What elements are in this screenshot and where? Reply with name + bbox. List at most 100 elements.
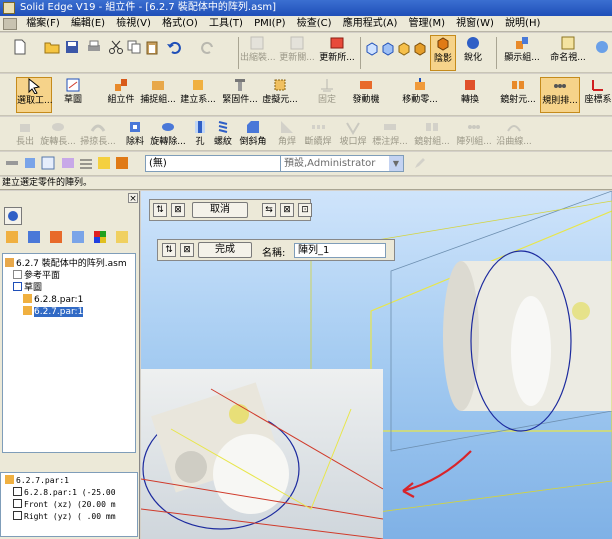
tree-node-part-627[interactable]: 6.2.7.par:1 (23, 306, 84, 317)
view-visible-button[interactable] (396, 41, 412, 59)
menu-format[interactable]: 格式(O) (158, 16, 202, 31)
command-bar-icon[interactable]: ⇅ (153, 203, 167, 217)
menu-edit[interactable]: 編輯(E) (67, 16, 109, 31)
assembly-button[interactable]: 組立件 (106, 77, 136, 106)
ribbon-icon-f[interactable] (96, 155, 112, 173)
undo-button[interactable] (164, 39, 184, 57)
tree-node-root[interactable]: 6.2.7 裝配体中的阵列.asm (5, 258, 127, 269)
pattern-assembly-button[interactable]: 陣列組... (456, 119, 492, 148)
document-menu-icon[interactable] (3, 18, 17, 30)
mirror-component-button[interactable]: 鏡射元... (500, 77, 536, 106)
capture-fit-button[interactable]: 捕捉組... (140, 77, 176, 106)
tree-node-ref-planes[interactable]: 參考平面 (13, 270, 60, 281)
chamfer-button[interactable]: 倒斜角 (238, 119, 268, 148)
move-parts-button[interactable]: 移動零... (400, 77, 440, 106)
create-system-button[interactable]: 建立系... (180, 77, 216, 106)
menu-help[interactable]: 說明(H) (501, 16, 544, 31)
cutout-button[interactable]: 除料 (122, 119, 148, 148)
ribbon-icon-g[interactable] (114, 155, 130, 173)
ribbon-icon-b[interactable] (22, 155, 38, 173)
redo-button[interactable] (198, 39, 218, 57)
cancel-button[interactable]: 取消 (192, 202, 248, 218)
tree-node-part-628[interactable]: 6.2.8.par:1 (23, 294, 83, 305)
shaft-part[interactable] (370, 191, 612, 452)
open-button[interactable] (42, 39, 62, 57)
toolbar-more-icon[interactable] (594, 39, 610, 57)
user-select[interactable]: 預設,Administrator ▼ (280, 155, 404, 172)
intermittent-weld-button[interactable]: 斷續焊 (302, 119, 334, 148)
layers-tab-icon[interactable] (26, 229, 42, 245)
relationship-row[interactable]: 6.2.8.par:1 (-25.00 (13, 487, 116, 498)
parts-tab-icon[interactable] (48, 229, 64, 245)
menu-view[interactable]: 檢視(V) (112, 16, 155, 31)
copy-button[interactable] (124, 39, 144, 57)
new-button[interactable] (10, 39, 30, 57)
update-all-button[interactable]: 更新所... (318, 35, 356, 64)
virtual-component-button[interactable]: 虛擬元... (262, 77, 298, 106)
show-components-button[interactable]: 顯示組... (502, 35, 542, 64)
step-icon-a[interactable]: ⇆ (262, 203, 276, 217)
print-button[interactable] (84, 39, 104, 57)
display-config-button[interactable]: 出縮裝... (240, 35, 276, 64)
ribbon-icon-a[interactable] (4, 155, 20, 173)
name-input[interactable]: 陣列_1 (294, 243, 386, 258)
cut-button[interactable] (106, 39, 126, 57)
fastener-button[interactable]: 緊固件... (222, 77, 258, 106)
paste-button[interactable] (142, 39, 162, 57)
view-wireframe-button[interactable] (364, 41, 380, 59)
named-views-button[interactable]: 命名視... (548, 35, 588, 64)
menu-pmi[interactable]: PMI(P) (250, 16, 289, 31)
feature-library-tab-icon[interactable] (70, 229, 86, 245)
shading-button[interactable]: 陰影 (430, 35, 456, 71)
ribbon-icon-e[interactable] (78, 155, 94, 173)
colors-tab-icon[interactable] (92, 229, 108, 245)
rule-pattern-button[interactable]: 規則排... (540, 77, 580, 113)
sharpen-button[interactable]: 銳化 (460, 35, 486, 64)
menu-manage[interactable]: 管理(M) (405, 16, 449, 31)
groove-weld-button[interactable]: 坡口焊 (338, 119, 368, 148)
command-bar-icon[interactable]: ⇅ (162, 243, 176, 257)
revolved-cutout-button[interactable]: 旋轉除... (150, 119, 186, 148)
relationship-row[interactable]: Right (yz) ( .00 mm (13, 511, 116, 522)
close-icon[interactable]: × (128, 193, 138, 204)
menu-file[interactable]: 檔案(F) (22, 16, 64, 31)
step-icon-c[interactable]: ⊡ (298, 203, 312, 217)
ribbon-icon-c[interactable] (40, 155, 56, 173)
ribbon-icon-h[interactable] (412, 155, 428, 173)
finish-button[interactable]: 完成 (198, 242, 252, 258)
options-icon[interactable]: ⊠ (180, 243, 194, 257)
menu-inspect[interactable]: 檢查(C) (293, 16, 336, 31)
revolved-protrusion-button[interactable]: 旋轉長... (40, 119, 76, 148)
options-icon[interactable]: ⊠ (171, 203, 185, 217)
mirror-assembly-button[interactable]: 鏡射組... (414, 119, 450, 148)
fillet-weld-button[interactable]: 角焊 (276, 119, 298, 148)
sketch-button[interactable]: 草圖 (58, 77, 88, 106)
relationship-row[interactable]: Front (xz) (20.00 m (13, 499, 116, 510)
protrusion-button[interactable]: 長出 (12, 119, 38, 148)
view-hidden-button[interactable] (380, 41, 396, 59)
step-icon-b[interactable]: ⊠ (280, 203, 294, 217)
select-tool-button[interactable]: 選取工... (16, 77, 53, 113)
sweep-protrusion-button[interactable]: 掃掠長... (80, 119, 116, 148)
view-shaded-edges-button[interactable] (412, 41, 428, 59)
thread-button[interactable]: 螺紋 (212, 119, 234, 148)
transform-button[interactable]: 轉換 (456, 77, 484, 106)
coordinate-system-button[interactable]: 座標系 (584, 77, 612, 106)
label-weld-button[interactable]: 標注焊... (372, 119, 408, 148)
graphics-viewport[interactable]: ⇅ ⊠ 取消 ⇆ ⊠ ⊡ ⇅ ⊠ 完成 名稱: 陣列_1 (141, 191, 612, 539)
pathfinder-tab[interactable] (4, 207, 22, 225)
hole-button[interactable]: 孔 (190, 119, 210, 148)
tree-tab-icon[interactable] (4, 229, 20, 245)
along-curve-button[interactable]: 沿曲線... (496, 119, 532, 148)
virtual-component-icon (274, 79, 286, 91)
update-links-button[interactable]: 更新關... (278, 35, 316, 64)
menu-window[interactable]: 視窗(W) (452, 16, 498, 31)
menu-applications[interactable]: 應用程式(A) (339, 16, 402, 31)
menu-tools[interactable]: 工具(T) (205, 16, 247, 31)
motor-button[interactable]: 發動機 (348, 77, 384, 106)
save-button[interactable] (62, 39, 82, 57)
ground-button[interactable]: 固定 (312, 77, 342, 106)
notes-tab-icon[interactable] (114, 229, 130, 245)
tree-node-sketch[interactable]: 草圖 (13, 282, 42, 293)
ribbon-icon-d[interactable] (60, 155, 76, 173)
